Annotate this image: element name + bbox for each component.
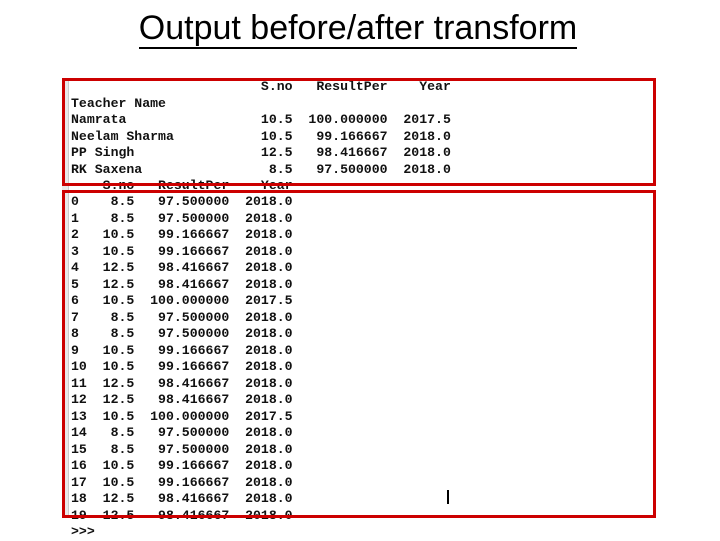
text-cursor	[447, 490, 449, 504]
title-wrap: Output before/after transform	[68, 10, 648, 49]
highlight-box-before	[62, 78, 656, 186]
slide: Output before/after transform S.no Resul…	[0, 0, 720, 540]
highlight-box-after	[62, 190, 656, 518]
slide-title: Output before/after transform	[139, 10, 577, 49]
